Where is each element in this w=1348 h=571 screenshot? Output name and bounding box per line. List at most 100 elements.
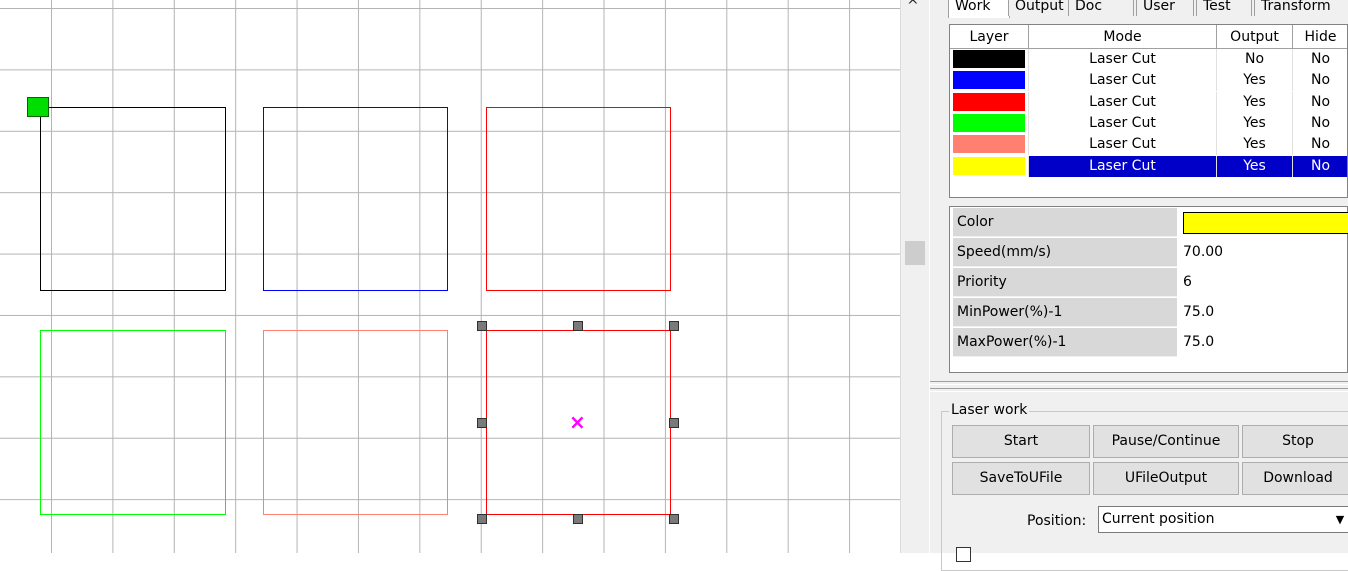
position-select-value: Current position bbox=[1102, 511, 1215, 527]
minpower-value[interactable]: 75.0 bbox=[1179, 298, 1348, 327]
prop-label: MaxPower(%)-1 bbox=[953, 328, 1177, 357]
ufile-output-button[interactable]: UFileOutput bbox=[1093, 462, 1239, 495]
layer-color-cell[interactable] bbox=[950, 112, 1029, 134]
layer-swatch bbox=[953, 135, 1025, 154]
layer-hide[interactable]: No bbox=[1293, 92, 1347, 113]
layer-mode[interactable]: Laser Cut bbox=[1029, 91, 1217, 113]
prop-label: Priority bbox=[953, 268, 1177, 297]
selection-handle-bottom-right[interactable] bbox=[669, 514, 679, 524]
download-button[interactable]: Download bbox=[1242, 462, 1348, 495]
layer-row[interactable]: Laser Cut Yes No bbox=[950, 70, 1347, 92]
position-label: Position: bbox=[1027, 513, 1087, 529]
priority-value[interactable]: 6 bbox=[1179, 268, 1348, 297]
canvas-vertical-scrollbar[interactable]: ^ bbox=[900, 0, 929, 553]
prop-row-maxpower: MaxPower(%)-1 75.0 bbox=[953, 328, 1348, 358]
layer-hide[interactable]: No bbox=[1293, 155, 1347, 177]
layer-color-cell[interactable] bbox=[950, 134, 1029, 156]
layer-swatch bbox=[953, 156, 1025, 175]
layer-properties-panel: Color Speed(mm/s) 70.00 Priority 6 MinPo… bbox=[949, 206, 1348, 373]
column-header-layer[interactable]: Layer bbox=[950, 25, 1029, 49]
column-header-hide[interactable]: Hide bbox=[1293, 25, 1347, 49]
checkbox[interactable] bbox=[956, 547, 971, 562]
layer-mode[interactable]: Laser Cut bbox=[1029, 112, 1217, 134]
layer-row[interactable]: Laser Cut Yes No bbox=[950, 91, 1347, 113]
shape-red-rect[interactable] bbox=[486, 107, 671, 291]
tab-doc[interactable]: Doc bbox=[1068, 0, 1134, 16]
position-select[interactable]: Current position ▼ bbox=[1098, 506, 1348, 533]
layer-hide[interactable]: No bbox=[1293, 113, 1347, 134]
selection-handle-top-middle[interactable] bbox=[573, 321, 583, 331]
prop-label: Color bbox=[953, 208, 1177, 237]
empty-layer-row bbox=[950, 177, 1347, 197]
layer-color-cell[interactable] bbox=[950, 70, 1029, 92]
stop-button[interactable]: Stop bbox=[1242, 425, 1348, 458]
layer-row[interactable]: Laser Cut Yes No bbox=[950, 155, 1347, 177]
speed-value[interactable]: 70.00 bbox=[1179, 238, 1348, 267]
layer-color-swatch[interactable] bbox=[1183, 212, 1348, 234]
selection-handle-top-left[interactable] bbox=[477, 321, 487, 331]
layer-table[interactable]: Layer Mode Output Hide Laser Cut No No Lase… bbox=[949, 24, 1348, 198]
tab-output[interactable]: Output bbox=[1008, 0, 1070, 16]
tab-transform[interactable]: Transform bbox=[1254, 0, 1348, 16]
pause-continue-button[interactable]: Pause/Continue bbox=[1093, 425, 1239, 458]
layer-color-cell[interactable] bbox=[950, 91, 1029, 113]
layer-mode[interactable]: Laser Cut bbox=[1029, 155, 1217, 177]
origin-marker bbox=[27, 97, 49, 117]
shape-green-rect[interactable] bbox=[40, 330, 226, 515]
scroll-up-arrow-icon[interactable]: ^ bbox=[907, 0, 919, 14]
layer-hide[interactable]: No bbox=[1293, 134, 1347, 155]
divider bbox=[930, 381, 1348, 385]
prop-row-color: Color bbox=[953, 208, 1348, 238]
prop-row-speed: Speed(mm/s) 70.00 bbox=[953, 238, 1348, 268]
selection-handle-top-right[interactable] bbox=[669, 321, 679, 331]
layer-output[interactable]: Yes bbox=[1217, 91, 1293, 113]
layer-mode[interactable]: Laser Cut bbox=[1029, 70, 1217, 92]
layer-mode[interactable]: Laser Cut bbox=[1029, 49, 1217, 70]
column-header-output[interactable]: Output bbox=[1217, 25, 1293, 49]
laser-work-title: Laser work bbox=[949, 402, 1030, 418]
layer-swatch bbox=[953, 92, 1025, 111]
shape-salmon-rect[interactable] bbox=[263, 330, 448, 515]
tab-test[interactable]: Test bbox=[1196, 0, 1252, 16]
drawing-canvas[interactable]: × bbox=[0, 0, 900, 553]
prop-label: MinPower(%)-1 bbox=[953, 298, 1177, 327]
tab-work[interactable]: Work bbox=[948, 0, 1010, 18]
layer-swatch bbox=[953, 50, 1025, 68]
layer-output[interactable]: Yes bbox=[1217, 112, 1293, 134]
layer-color-cell[interactable] bbox=[950, 155, 1029, 177]
layer-output[interactable]: No bbox=[1217, 49, 1293, 70]
layer-color-cell[interactable] bbox=[950, 49, 1029, 70]
layer-swatch bbox=[953, 71, 1025, 90]
layer-output[interactable]: Yes bbox=[1217, 155, 1293, 177]
tab-user[interactable]: User bbox=[1136, 0, 1194, 16]
prop-row-priority: Priority 6 bbox=[953, 268, 1348, 298]
prop-value[interactable] bbox=[1179, 208, 1348, 237]
column-header-mode[interactable]: Mode bbox=[1029, 25, 1217, 49]
shape-blue-rect[interactable] bbox=[263, 107, 448, 291]
selection-handle-middle-right[interactable] bbox=[669, 418, 679, 428]
selection-handle-bottom-middle[interactable] bbox=[573, 514, 583, 524]
layer-mode[interactable]: Laser Cut bbox=[1029, 134, 1217, 156]
layer-row[interactable]: Laser Cut No No bbox=[950, 49, 1347, 70]
layer-row[interactable]: Laser Cut Yes No bbox=[950, 112, 1347, 134]
prop-row-minpower: MinPower(%)-1 75.0 bbox=[953, 298, 1348, 328]
selection-center-icon: × bbox=[569, 410, 586, 434]
start-button[interactable]: Start bbox=[952, 425, 1090, 458]
layer-row[interactable]: Laser Cut Yes No bbox=[950, 134, 1347, 156]
selection-handle-bottom-left[interactable] bbox=[477, 514, 487, 524]
shape-black-rect[interactable] bbox=[40, 107, 226, 291]
layer-hide[interactable]: No bbox=[1293, 70, 1347, 91]
maxpower-value[interactable]: 75.0 bbox=[1179, 328, 1348, 357]
layer-swatch bbox=[953, 113, 1025, 132]
layer-output[interactable]: Yes bbox=[1217, 70, 1293, 92]
splitter-handle[interactable] bbox=[930, 388, 1348, 392]
layer-table-header: Layer Mode Output Hide bbox=[950, 25, 1347, 49]
right-panel: Work Output Doc User Test Transform Laye… bbox=[930, 0, 1348, 571]
save-to-ufile-button[interactable]: SaveToUFile bbox=[952, 462, 1090, 495]
prop-label: Speed(mm/s) bbox=[953, 238, 1177, 267]
layer-output[interactable]: Yes bbox=[1217, 134, 1293, 156]
scrollbar-thumb[interactable] bbox=[905, 241, 925, 265]
dropdown-arrow-icon[interactable]: ▼ bbox=[1331, 507, 1348, 532]
selection-handle-middle-left[interactable] bbox=[477, 418, 487, 428]
layer-hide[interactable]: No bbox=[1293, 49, 1347, 70]
